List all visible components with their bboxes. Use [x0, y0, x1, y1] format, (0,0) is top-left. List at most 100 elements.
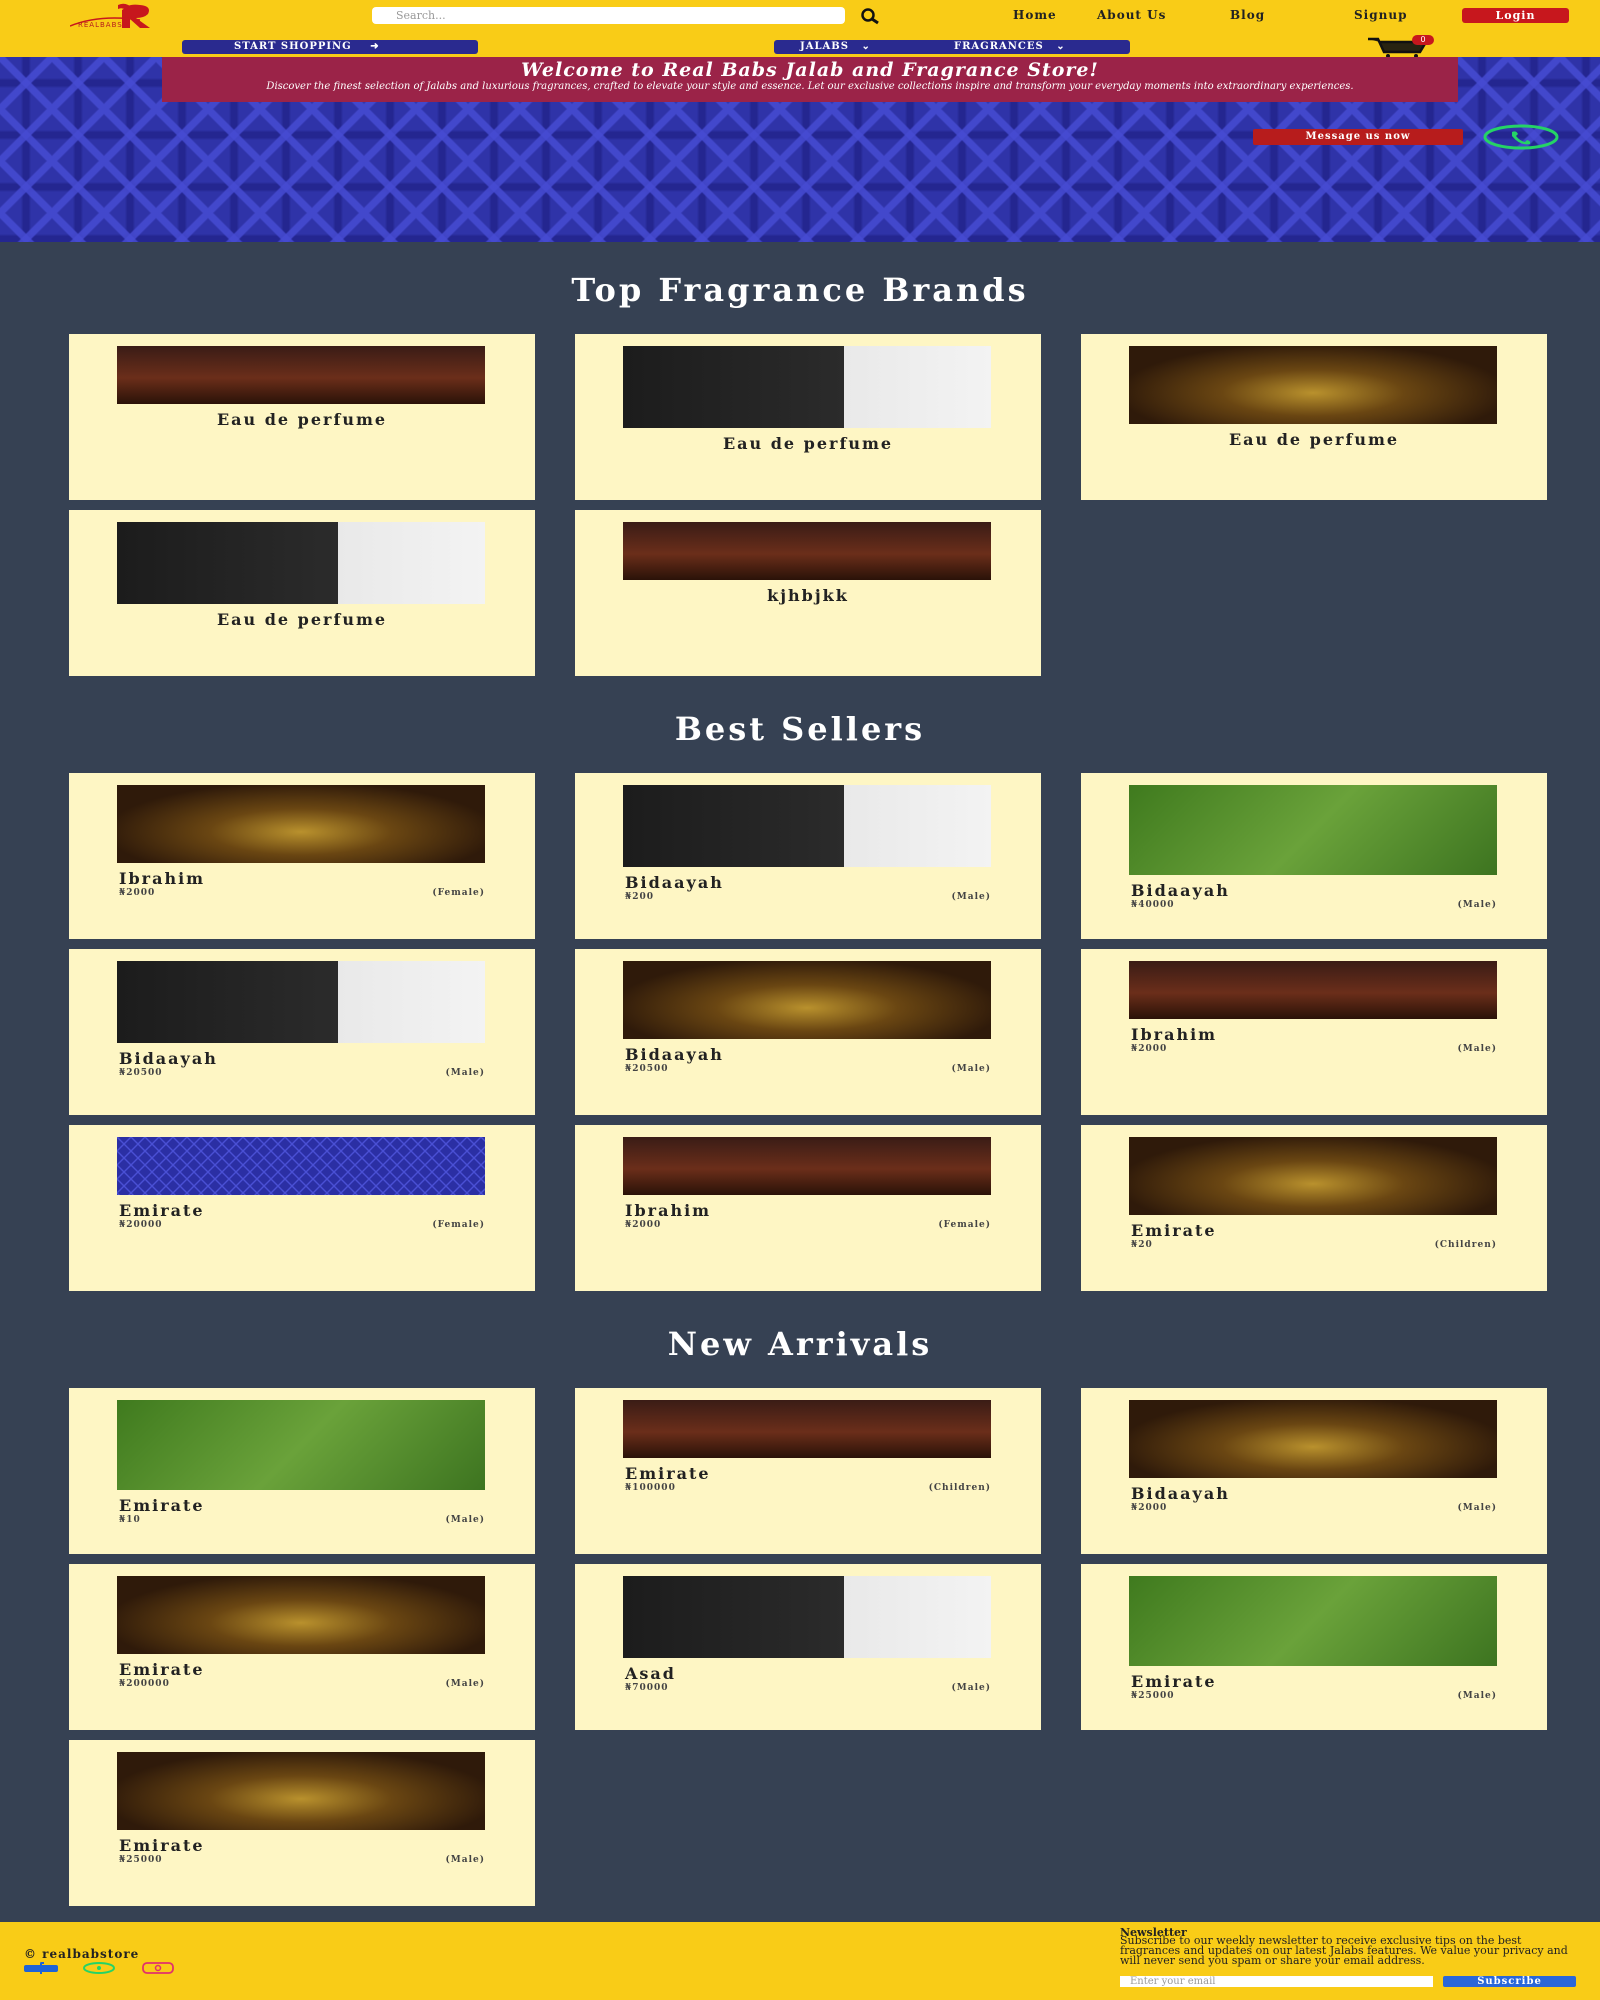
fragrances-label: FRAGRANCES [954, 41, 1044, 52]
arrow-right-icon: ➜ [370, 41, 380, 52]
brand-image [117, 522, 485, 604]
search-icon[interactable] [853, 7, 887, 25]
logo-text: REALBABS [78, 21, 123, 29]
welcome-banner: Welcome to Real Babs Jalab and Fragrance… [162, 57, 1458, 102]
product-price: ₦20 [1131, 1240, 1153, 1250]
product-card[interactable]: Emirate ₦10 (Male) [69, 1388, 535, 1554]
product-card[interactable]: Bidaayah ₦20500 (Male) [69, 949, 535, 1115]
brand-name: kjhbjkk [767, 586, 849, 605]
start-shopping-label: START SHOPPING [234, 41, 352, 52]
product-card[interactable]: Bidaayah ₦20500 (Male) [575, 949, 1041, 1115]
brand-card[interactable]: Eau de perfume [1081, 334, 1547, 500]
product-card[interactable]: Emirate ₦25000 (Male) [1081, 1564, 1547, 1730]
product-image [117, 1137, 485, 1195]
product-image [1129, 961, 1497, 1019]
subscribe-button[interactable]: Subscribe [1443, 1976, 1576, 1987]
product-gender: (Male) [1457, 1503, 1497, 1513]
product-gender: (Children) [1434, 1240, 1497, 1250]
product-card[interactable]: Emirate ₦100000 (Children) [575, 1388, 1041, 1554]
product-image [1129, 1137, 1497, 1215]
whatsapp-icon[interactable] [82, 1962, 116, 1974]
brands-title: Top Fragrance Brands [571, 271, 1029, 309]
product-gender: (Children) [928, 1483, 991, 1493]
new-arrivals-title: New Arrivals [667, 1325, 933, 1363]
product-price: ₦20500 [625, 1064, 669, 1074]
start-shopping-button[interactable]: START SHOPPING ➜ [182, 40, 478, 54]
product-price: ₦20500 [119, 1068, 163, 1078]
product-name: Bidaayah [625, 1045, 724, 1064]
nav-signup[interactable]: Signup [1354, 8, 1407, 22]
product-card[interactable]: Emirate ₦25000 (Male) [69, 1740, 535, 1906]
copyright-text: © realbabstore [24, 1947, 140, 1961]
newsletter-email-input[interactable] [1120, 1976, 1433, 1987]
product-gender: (Male) [1457, 900, 1497, 910]
product-price: ₦200000 [119, 1679, 170, 1689]
product-image [623, 1400, 991, 1458]
product-image [623, 785, 991, 867]
product-name: Emirate [119, 1496, 205, 1515]
best-sellers-title: Best Sellers [674, 710, 926, 748]
product-price: ₦2000 [1131, 1503, 1168, 1513]
brand-image [623, 346, 991, 428]
product-card[interactable]: Bidaayah ₦40000 (Male) [1081, 773, 1547, 939]
product-name: Emirate [1131, 1672, 1217, 1691]
cart-button[interactable]: 0 [1366, 35, 1436, 58]
brand-card[interactable]: Eau de perfume [69, 334, 535, 500]
welcome-subtitle: Discover the finest selection of Jalabs … [266, 81, 1354, 92]
brand-image [1129, 346, 1497, 424]
product-gender: (Male) [951, 1683, 991, 1693]
product-card[interactable]: Ibrahim ₦2000 (Female) [575, 1125, 1041, 1291]
product-name: Bidaayah [1131, 881, 1230, 900]
product-gender: (Male) [951, 1064, 991, 1074]
whatsapp-icon[interactable] [1482, 124, 1560, 150]
nav-about[interactable]: About Us [1097, 8, 1166, 22]
product-name: Asad [625, 1664, 676, 1683]
fragrances-dropdown[interactable]: FRAGRANCES ⌄ [954, 40, 1066, 54]
brand-name: Eau de perfume [1228, 430, 1400, 449]
jalabs-dropdown[interactable]: JALABS ⌄ [800, 40, 871, 54]
product-price: ₦25000 [119, 1855, 163, 1865]
instagram-icon[interactable] [141, 1962, 175, 1974]
product-image [623, 961, 991, 1039]
product-card[interactable]: Ibrahim ₦2000 (Male) [1081, 949, 1547, 1115]
product-price: ₦2000 [1131, 1044, 1168, 1054]
product-card[interactable]: Bidaayah ₦2000 (Male) [1081, 1388, 1547, 1554]
product-name: Ibrahim [625, 1201, 712, 1220]
product-card[interactable]: Asad ₦70000 (Male) [575, 1564, 1041, 1730]
product-card[interactable]: Bidaayah ₦200 (Male) [575, 773, 1041, 939]
product-card[interactable]: Emirate ₦20 (Children) [1081, 1125, 1547, 1291]
facebook-icon[interactable] [24, 1962, 58, 1974]
product-image [1129, 1576, 1497, 1666]
chevron-down-icon: ⌄ [1056, 41, 1066, 52]
nav-blog[interactable]: Blog [1230, 8, 1265, 22]
product-name: Emirate [119, 1836, 205, 1855]
product-gender: (Male) [1457, 1044, 1497, 1054]
product-card[interactable]: Emirate ₦200000 (Male) [69, 1564, 535, 1730]
brand-card[interactable]: Eau de perfume [69, 510, 535, 676]
product-price: ₦2000 [625, 1220, 662, 1230]
product-image [117, 1400, 485, 1490]
cart-count-badge: 0 [1412, 35, 1434, 45]
product-image [623, 1137, 991, 1195]
product-image [117, 961, 485, 1043]
product-gender: (Male) [445, 1068, 485, 1078]
brand-image [117, 346, 485, 404]
product-card[interactable]: Ibrahim ₦2000 (Female) [69, 773, 535, 939]
product-image [1129, 1400, 1497, 1478]
nav-home[interactable]: Home [1013, 8, 1057, 22]
search-input[interactable] [372, 7, 845, 24]
brand-card[interactable]: kjhbjkk [575, 510, 1041, 676]
product-gender: (Female) [938, 1220, 991, 1230]
brand-name: Eau de perfume [216, 410, 388, 429]
product-gender: (Female) [432, 888, 485, 898]
login-button[interactable]: Login [1462, 8, 1569, 23]
product-price: ₦40000 [1131, 900, 1175, 910]
product-name: Emirate [119, 1201, 205, 1220]
brand-card[interactable]: Eau de perfume [575, 334, 1041, 500]
message-us-button[interactable]: Message us now [1253, 129, 1463, 145]
product-name: Emirate [119, 1660, 205, 1679]
product-name: Bidaayah [119, 1049, 218, 1068]
product-price: ₦100000 [625, 1483, 676, 1493]
product-card[interactable]: Emirate ₦20000 (Female) [69, 1125, 535, 1291]
categories-menu: JALABS ⌄ FRAGRANCES ⌄ [774, 40, 1130, 54]
